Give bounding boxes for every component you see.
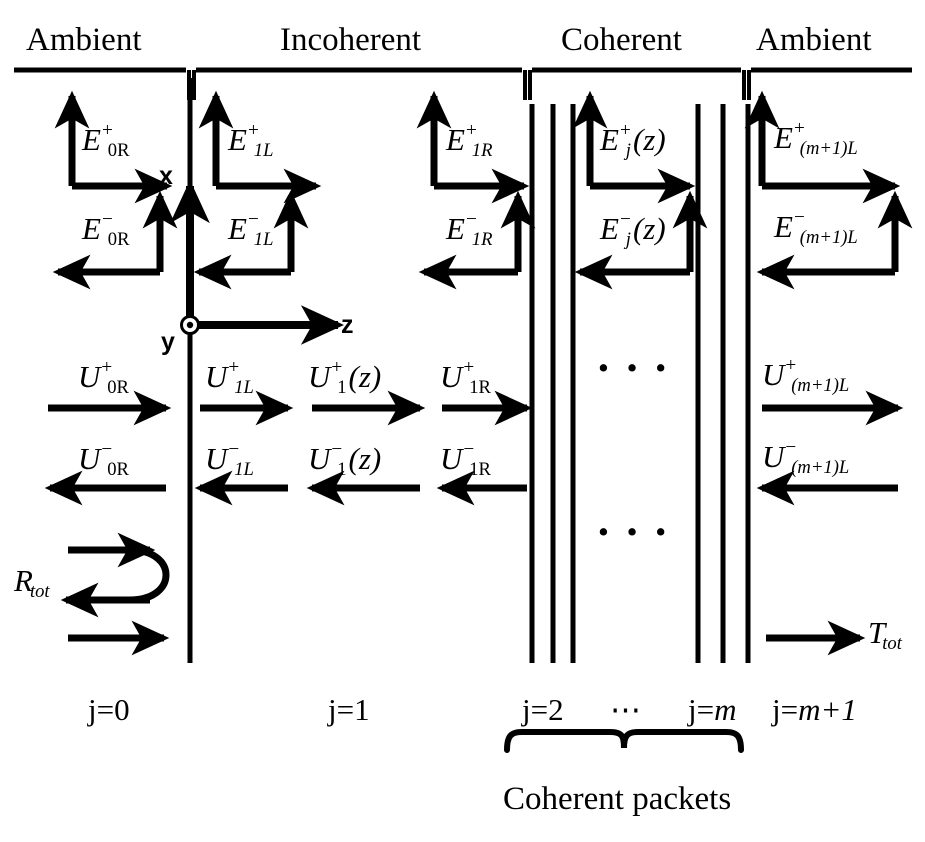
label-U1L-plus: U+1L (205, 357, 254, 399)
label-U1R-minus: U−1R (440, 439, 491, 481)
label-Um1L-plus: U+(m+1)L (762, 355, 850, 397)
label-U0R-minus: U−0R (78, 439, 129, 481)
label-E1L-minus: E−1L (228, 209, 274, 251)
label-Rtot: Rtot (14, 563, 50, 602)
arrow-Rtot-turn (129, 546, 170, 604)
label-E1R-minus: E−1R (446, 209, 493, 251)
label-Ej-minus: E−j(z) (600, 209, 666, 251)
section-header-ambient-right: Ambient (756, 22, 872, 58)
section-header-ambient-left: Ambient (26, 22, 142, 58)
label-Em1L-minus: E−(m+1)L (774, 207, 858, 249)
y-axis-label: y (161, 328, 175, 356)
layer-index-j2: j=2 (522, 692, 564, 727)
label-Ej-plus: E+j(z) (600, 120, 666, 162)
label-Ttot: Ttot (868, 615, 902, 654)
label-Um1L-minus: U−(m+1)L (762, 437, 850, 479)
brace-caption: Coherent packets (503, 781, 732, 817)
y-axis-marker (180, 315, 200, 335)
label-U1R-plus: U+1R (440, 357, 491, 399)
label-E1R-plus: E+1R (446, 120, 493, 162)
coherent-packets-brace (504, 729, 744, 753)
label-E0R-plus: E+0R (82, 120, 130, 162)
ellipsis-upper: • • • (598, 350, 672, 385)
label-U1z-minus: U−1(z) (308, 439, 382, 481)
label-Em1L-plus: E+(m+1)L (774, 118, 858, 160)
label-E0R-minus: E−0R (82, 209, 130, 251)
label-E1L-plus: E+1L (228, 120, 274, 162)
label-U1z-plus: U+1(z) (308, 357, 382, 399)
section-divider-ticks (187, 70, 751, 100)
layer-index-j0: j=0 (88, 692, 130, 727)
section-header-incoherent: Incoherent (280, 22, 422, 58)
layer-index-dots: ⋯ (610, 692, 641, 727)
layer-index-jm1: j=m+1 (772, 692, 857, 727)
z-axis-label: z (341, 311, 354, 339)
label-U0R-plus: U+0R (78, 357, 129, 399)
label-U1L-minus: U−1L (205, 439, 254, 481)
x-axis-label: x (159, 162, 173, 190)
layer-index-jm: j=m (688, 692, 737, 727)
layer-index-j1: j=1 (328, 692, 370, 727)
section-header-coherent: Coherent (561, 22, 682, 58)
figure-canvas: Ambient Incoherent Coherent Ambient x y … (0, 0, 925, 842)
ellipsis-lower: • • • (598, 514, 672, 549)
